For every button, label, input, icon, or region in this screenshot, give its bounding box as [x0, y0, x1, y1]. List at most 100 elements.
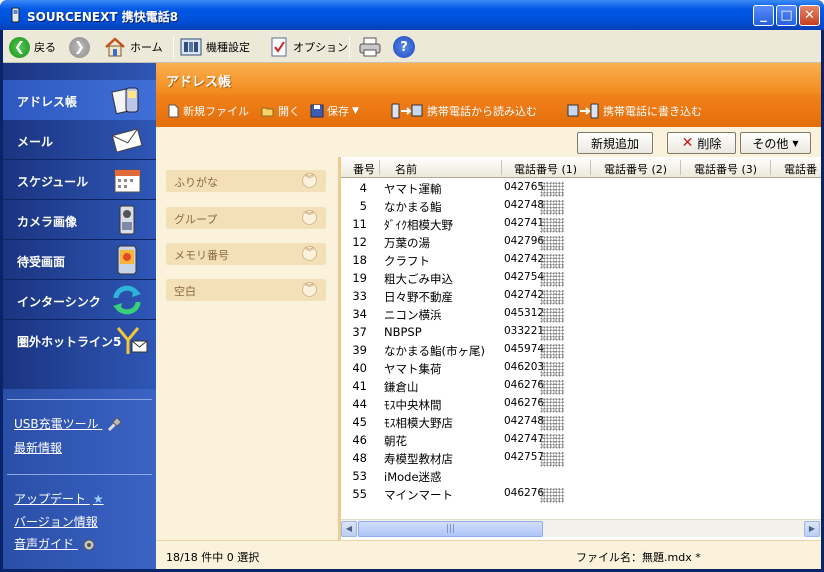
row-name: 日々野不動産: [384, 290, 453, 304]
table-row[interactable]: 34 ニコン横浜 045312: [341, 307, 821, 325]
home-icon: [105, 37, 125, 57]
table-row[interactable]: 39 なかまる鮨(市ヶ尾) 045974: [341, 343, 821, 361]
row-number: 45: [352, 415, 367, 429]
column-header-phone2[interactable]: 電話番号 (2): [604, 161, 667, 177]
table-row[interactable]: 11 ﾀﾞｲｸ相模大野 042741: [341, 217, 821, 235]
row-phone: 046276: [504, 397, 545, 409]
table-row[interactable]: 12 万葉の湯 042796: [341, 235, 821, 253]
print-button[interactable]: [358, 36, 382, 58]
version-info-link[interactable]: バージョン情報: [14, 513, 98, 530]
pc-to-phone-icon: [567, 103, 599, 119]
scroll-left-icon[interactable]: ◀: [341, 521, 357, 537]
phone-book-icon: [111, 87, 139, 115]
usb-plug-icon: [108, 416, 123, 431]
forward-button[interactable]: ❯: [69, 36, 90, 58]
sidebar-item-camera-images[interactable]: カメラ画像: [3, 200, 156, 240]
row-name: 寿模型教材店: [384, 452, 453, 466]
home-button[interactable]: ホーム: [104, 36, 163, 58]
filter-panel: ふりがな ︾ グループ ︾ メモリ番号 ︾ 空白 ︾: [156, 157, 336, 540]
row-phone: 042748: [504, 199, 545, 211]
save-button[interactable]: 保存 ▼: [310, 103, 359, 119]
column-header-phone1[interactable]: 電話番号 (1): [514, 161, 577, 177]
maximize-icon[interactable]: □: [776, 5, 797, 26]
table-row[interactable]: 19 粗大ごみ申込 042754: [341, 271, 821, 289]
table-row[interactable]: 4 ヤマト運輸 042765: [341, 181, 821, 199]
new-file-button[interactable]: 新規ファイル: [166, 103, 249, 119]
row-phone: 042757: [504, 451, 545, 463]
row-phone: 042796: [504, 235, 545, 247]
back-button[interactable]: ❮ 戻る: [9, 36, 56, 58]
filter-blank[interactable]: 空白 ︾: [166, 279, 326, 301]
redacted-digits: [540, 380, 564, 395]
model-settings-button[interactable]: 機種設定: [180, 36, 250, 58]
scroll-right-icon[interactable]: ▶: [804, 521, 820, 537]
delete-button[interactable]: ✕ 削除: [667, 132, 736, 154]
table-row[interactable]: 44 ﾓｽ中央林間 046276: [341, 397, 821, 415]
options-button[interactable]: オプション: [269, 36, 348, 58]
table-row[interactable]: 33 日々野不動産 042742: [341, 289, 821, 307]
close-icon[interactable]: ✕: [799, 5, 820, 26]
redacted-digits: [540, 488, 564, 503]
table-row[interactable]: 45 ﾓｽ相模大野店 042748: [341, 415, 821, 433]
table-row[interactable]: 55 マインマート 046276: [341, 487, 821, 505]
table-row[interactable]: 53 iMode迷惑: [341, 469, 821, 487]
usb-charge-tool-link[interactable]: USB充電ツール: [14, 415, 123, 433]
add-new-button[interactable]: 新規追加: [577, 132, 653, 154]
row-number: 55: [352, 487, 367, 501]
row-phone: 042765: [504, 181, 545, 193]
row-name: なかまる鮨: [384, 200, 442, 214]
table-row[interactable]: 5 なかまる鮨 042748: [341, 199, 821, 217]
row-phone: 045312: [504, 307, 545, 319]
filter-group[interactable]: グループ ︾: [166, 207, 326, 229]
row-name: ニコン横浜: [384, 308, 442, 322]
sidebar-item-hotline[interactable]: 圏外ホットライン5: [3, 320, 156, 360]
sidebar-item-address-book[interactable]: アドレス帳: [3, 80, 156, 120]
address-list: 番号 名前 電話番号 (1) 電話番号 (2) 電話番号 (3) 電話番 4 ヤマ…: [338, 157, 821, 540]
sidebar-item-schedule[interactable]: スケジュール: [3, 160, 156, 200]
column-header-name[interactable]: 名前: [395, 161, 417, 177]
row-number: 19: [352, 271, 367, 285]
sidebar-item-mail[interactable]: メール: [3, 120, 156, 160]
column-header-no[interactable]: 番号: [353, 161, 375, 177]
star-icon: ★: [92, 492, 104, 506]
table-row[interactable]: 46 朝花 042747: [341, 433, 821, 451]
chevron-down-icon: ▼: [352, 106, 359, 116]
title-bar[interactable]: SOURCENEXT 携快電話8 _ □ ✕: [0, 0, 824, 30]
scroll-thumb[interactable]: |||: [358, 521, 543, 537]
column-header-phone4[interactable]: 電話番: [784, 161, 817, 177]
voice-guide-link[interactable]: 音声ガイド: [14, 535, 96, 552]
selection-count: 18/18 件中 0 選択: [166, 551, 260, 564]
update-link[interactable]: アップデート ★: [14, 490, 104, 507]
row-number: 34: [352, 307, 367, 321]
main-toolbar: ❮ 戻る ❯ ホーム 機種設定 オプション ?: [3, 30, 821, 63]
table-row[interactable]: 37 NBPSP 033221: [341, 325, 821, 343]
row-name: ヤマト集荷: [384, 362, 442, 376]
redacted-digits: [540, 272, 564, 287]
open-button[interactable]: 開く: [261, 103, 300, 119]
sync-icon: [113, 285, 141, 315]
sidebar-item-wallpaper[interactable]: 待受画面: [3, 240, 156, 280]
row-name: 粗大ごみ申込: [384, 272, 453, 286]
other-menu-button[interactable]: その他 ▼: [740, 132, 811, 154]
minimize-icon[interactable]: _: [753, 5, 774, 26]
back-arrow-icon: ❮: [9, 36, 30, 58]
row-phone: 033221: [504, 325, 545, 337]
redacted-digits: [540, 416, 564, 431]
table-row[interactable]: 18 クラフト 042742: [341, 253, 821, 271]
table-row[interactable]: 41 鎌倉山 046276: [341, 379, 821, 397]
sidebar-item-intersync[interactable]: インターシンク: [3, 280, 156, 320]
table-row[interactable]: 48 寿模型教材店 042757: [341, 451, 821, 469]
filter-furigana[interactable]: ふりがな ︾: [166, 170, 326, 192]
write-to-phone-button[interactable]: 携帯電話に書き込む: [566, 103, 702, 119]
help-button[interactable]: ?: [393, 36, 415, 58]
table-row[interactable]: 40 ヤマト集荷 046203: [341, 361, 821, 379]
row-phone: 046203: [504, 361, 545, 373]
redacted-digits: [540, 434, 564, 449]
read-from-phone-button[interactable]: 携帯電話から読み込む: [390, 103, 537, 119]
filter-memory-number[interactable]: メモリ番号 ︾: [166, 243, 326, 265]
column-header-phone3[interactable]: 電話番号 (3): [694, 161, 757, 177]
horizontal-scrollbar[interactable]: ◀ ||| ▶: [341, 519, 821, 537]
redacted-digits: [540, 200, 564, 215]
latest-info-link[interactable]: 最新情報: [14, 439, 62, 456]
main-panel: アドレス帳 新規ファイル 開く 保存 ▼ 携帯電話から読み込む 携帯電話に書き込…: [156, 63, 821, 569]
